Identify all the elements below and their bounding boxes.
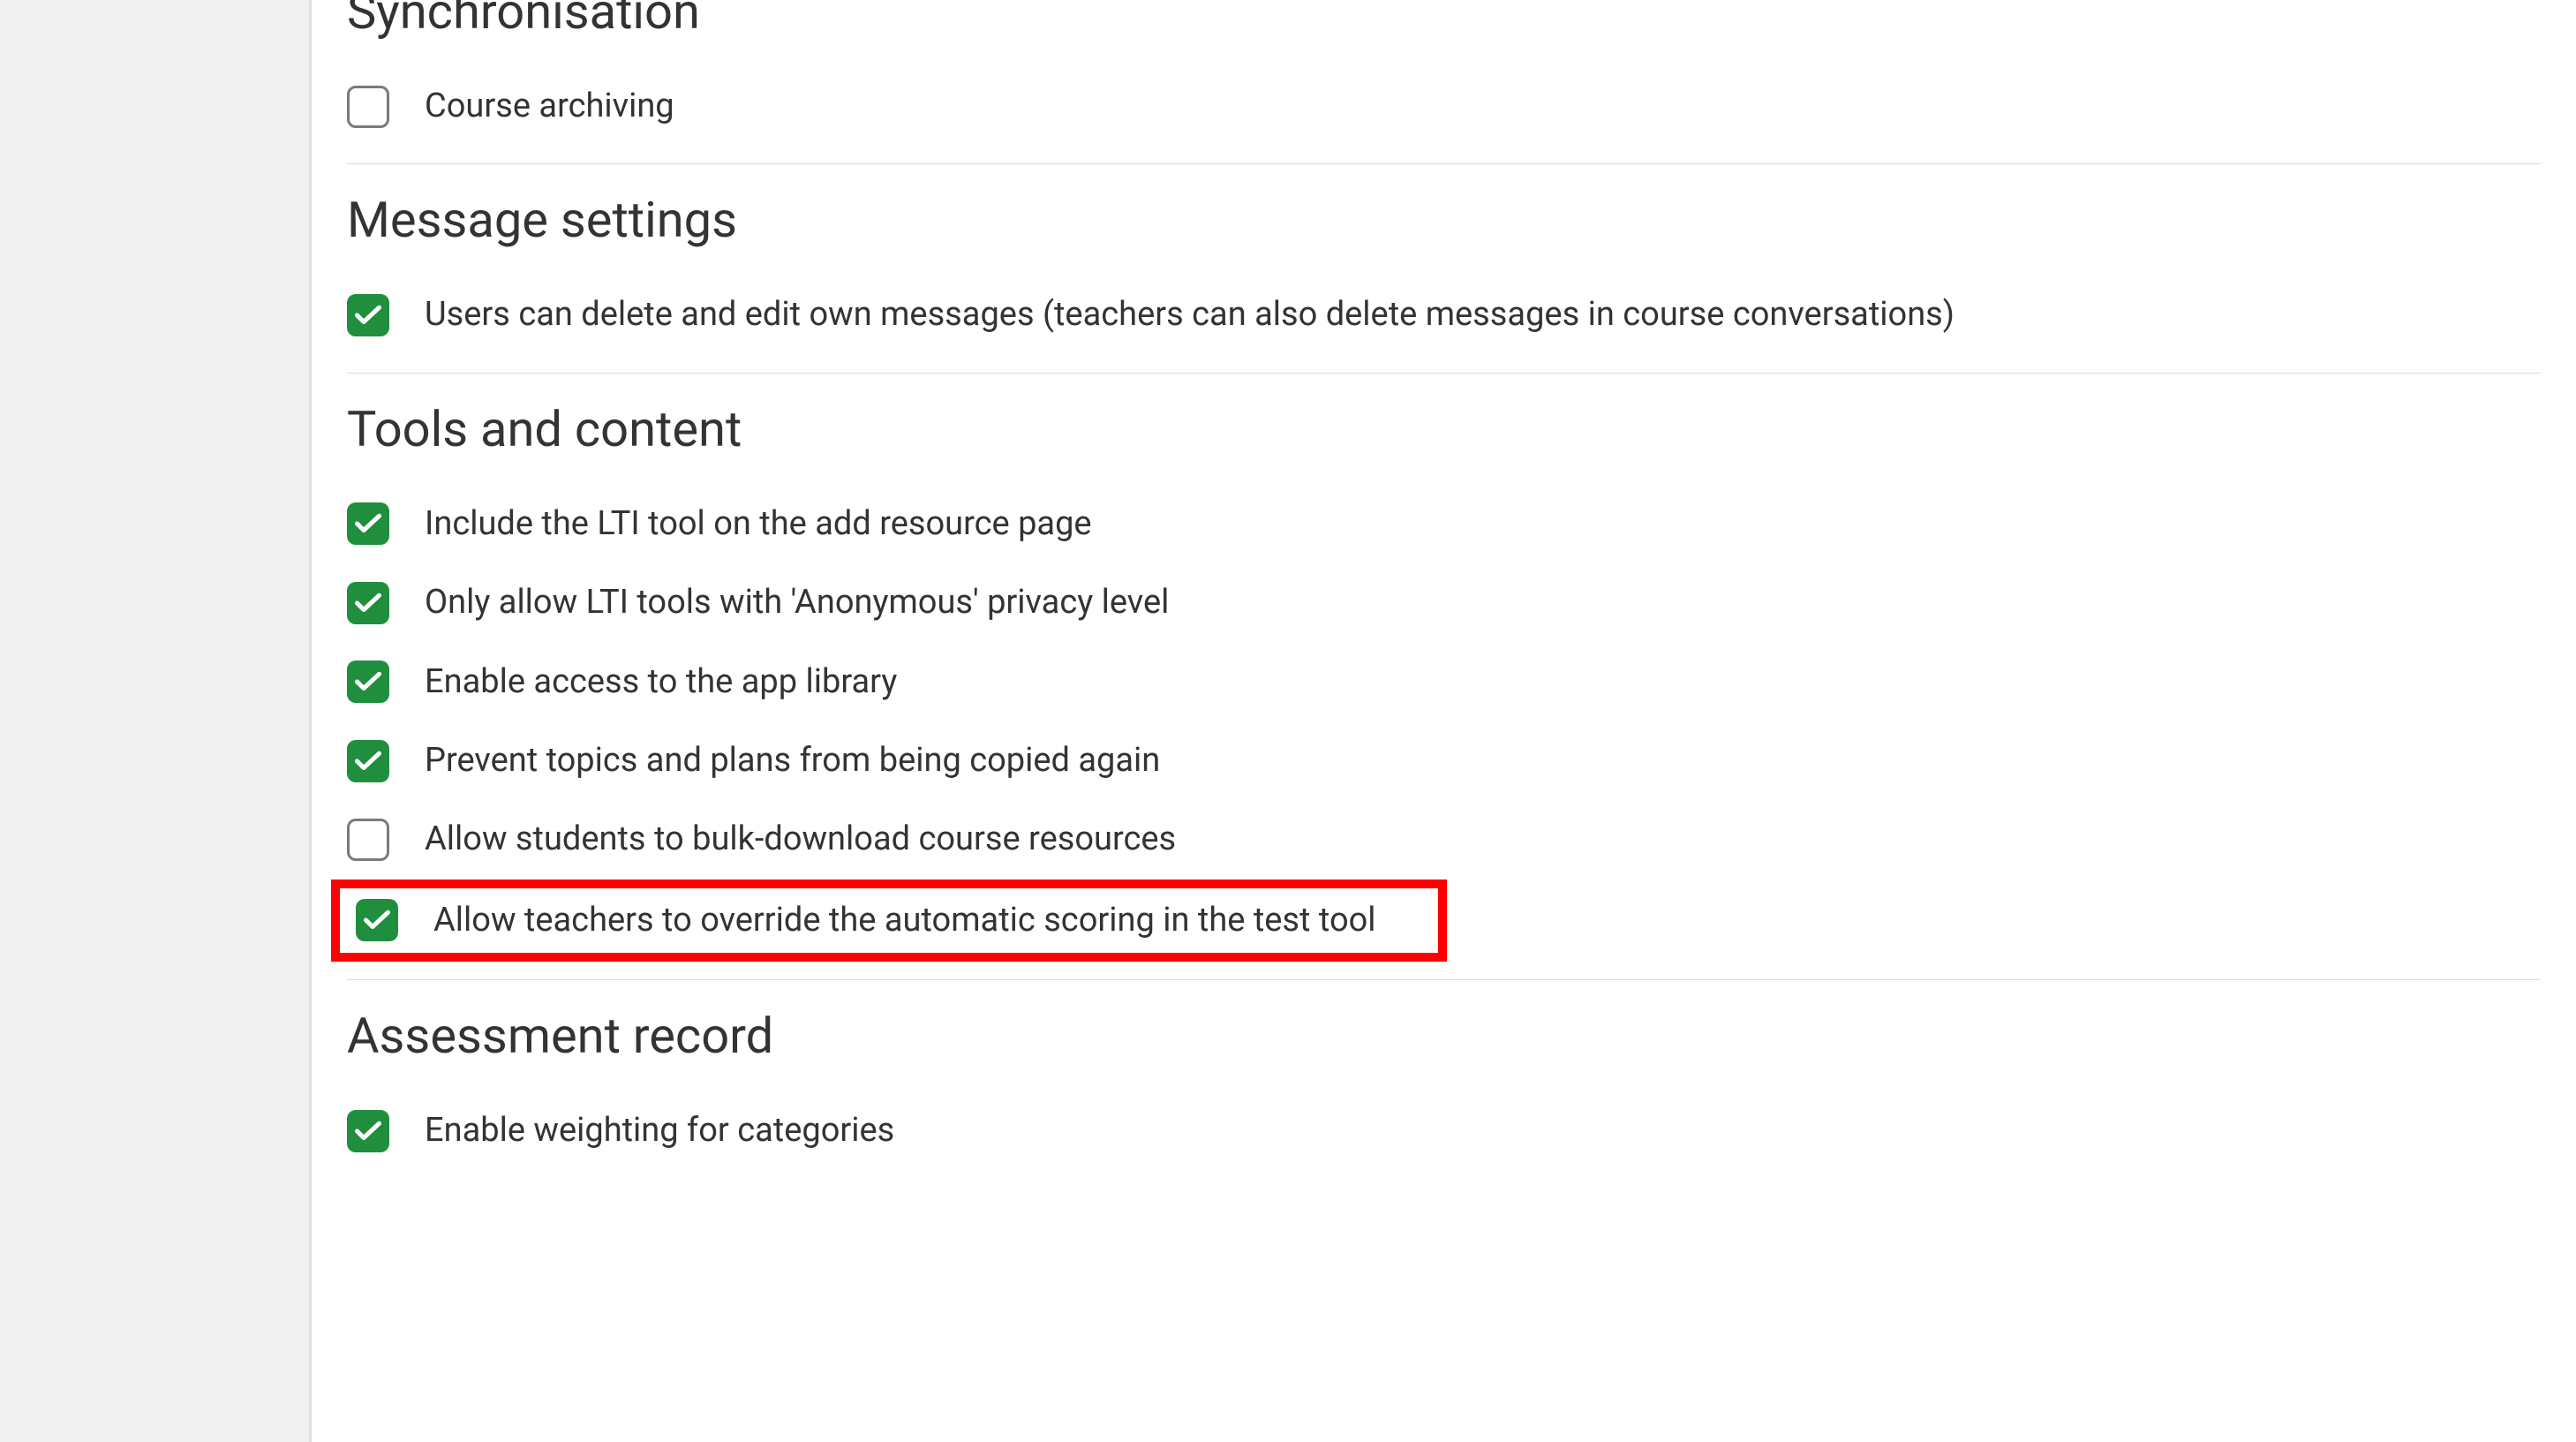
checkmark-icon (355, 593, 381, 614)
checkbox-row-override-scoring: Allow teachers to override the automatic… (356, 888, 1376, 953)
page-container: Synchronisation Course archiving Message… (0, 0, 2576, 1442)
checkbox-row-anonymous-privacy: Only allow LTI tools with 'Anonymous' pr… (347, 563, 2541, 642)
checkbox-app-library[interactable] (347, 661, 389, 703)
section-message-settings: Message settings Users can delete and ed… (312, 191, 2541, 354)
label-lti-tool: Include the LTI tool on the add resource… (425, 502, 1092, 546)
heading-message-settings: Message settings (347, 191, 2541, 249)
label-app-library: Enable access to the app library (425, 661, 897, 704)
divider (347, 979, 2541, 980)
checkbox-enable-weighting[interactable] (347, 1110, 389, 1152)
checkbox-row-enable-weighting: Enable weighting for categories (347, 1091, 2541, 1170)
heading-assessment-record: Assessment record (347, 1007, 2541, 1065)
checkmark-icon (355, 671, 381, 692)
divider (347, 373, 2541, 374)
checkbox-row-lti-tool: Include the LTI tool on the add resource… (347, 485, 2541, 563)
label-override-scoring: Allow teachers to override the automatic… (433, 899, 1376, 942)
heading-synchronisation: Synchronisation (347, 0, 2541, 41)
checkbox-prevent-copy[interactable] (347, 740, 389, 782)
checkbox-anonymous-privacy[interactable] (347, 582, 389, 624)
heading-tools-and-content: Tools and content (347, 400, 2541, 458)
section-tools-and-content: Tools and content Include the LTI tool o… (312, 400, 2541, 962)
label-delete-edit-messages: Users can delete and edit own messages (… (425, 293, 1955, 336)
checkbox-row-bulk-download: Allow students to bulk-download course r… (347, 800, 2541, 879)
label-course-archiving: Course archiving (425, 85, 674, 128)
label-anonymous-privacy: Only allow LTI tools with 'Anonymous' pr… (425, 581, 1169, 624)
checkmark-icon (355, 513, 381, 534)
divider (347, 163, 2541, 164)
checkmark-icon (355, 751, 381, 772)
content-area: Synchronisation Course archiving Message… (309, 0, 2576, 1442)
checkbox-bulk-download[interactable] (347, 819, 389, 861)
highlight-box-override-scoring: Allow teachers to override the automatic… (331, 880, 1447, 962)
label-prevent-copy: Prevent topics and plans from being copi… (425, 739, 1160, 782)
checkbox-row-delete-edit-messages: Users can delete and edit own messages (… (347, 276, 2541, 354)
checkbox-override-scoring[interactable] (356, 899, 398, 941)
section-synchronisation: Synchronisation Course archiving (312, 0, 2541, 146)
label-enable-weighting: Enable weighting for categories (425, 1109, 894, 1152)
checkbox-course-archiving[interactable] (347, 86, 389, 128)
checkmark-icon (355, 305, 381, 326)
section-assessment-record: Assessment record Enable weighting for c… (312, 1007, 2541, 1170)
checkbox-row-course-archiving: Course archiving (347, 67, 2541, 146)
left-gutter (0, 0, 309, 1442)
checkbox-row-app-library: Enable access to the app library (347, 643, 2541, 721)
checkmark-icon (364, 910, 390, 931)
label-bulk-download: Allow students to bulk-download course r… (425, 818, 1176, 861)
checkbox-lti-tool[interactable] (347, 502, 389, 545)
checkbox-row-prevent-copy: Prevent topics and plans from being copi… (347, 721, 2541, 800)
checkbox-delete-edit-messages[interactable] (347, 294, 389, 336)
checkmark-icon (355, 1121, 381, 1142)
